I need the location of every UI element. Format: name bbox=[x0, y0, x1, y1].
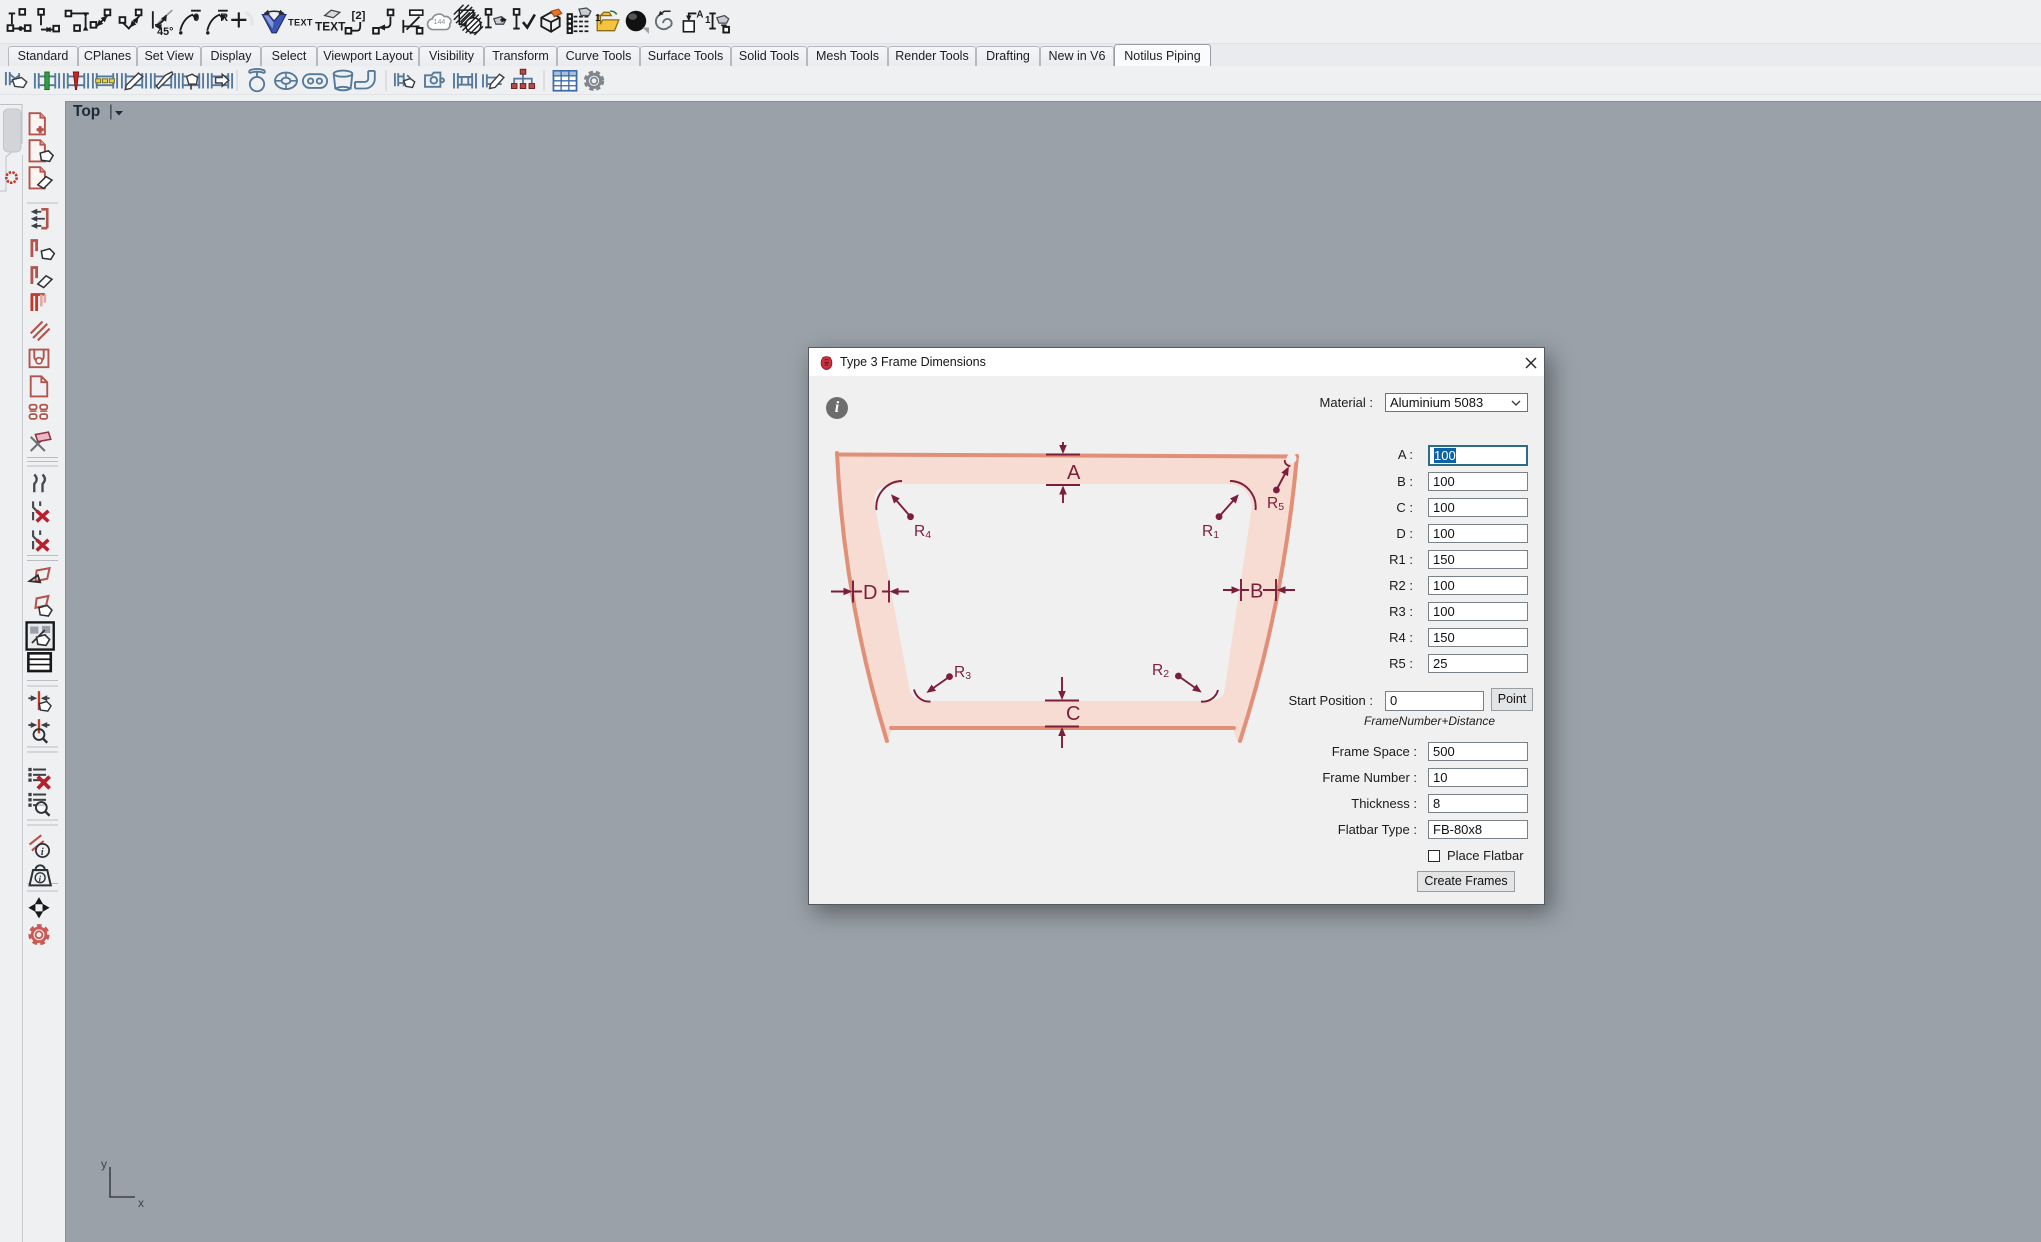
svg-text:1: 1 bbox=[705, 15, 711, 26]
svg-text:45°: 45° bbox=[157, 26, 173, 38]
svg-text:i: i bbox=[41, 847, 44, 858]
svg-text:1: 1 bbox=[595, 13, 601, 24]
svg-text:R4: R4 bbox=[914, 523, 931, 541]
svg-text:y: y bbox=[101, 1157, 107, 1171]
svg-text:R2: R2 bbox=[1152, 662, 1169, 680]
svg-text:R1: R1 bbox=[1202, 523, 1219, 541]
svg-text:TEXT: TEXT bbox=[315, 20, 346, 34]
svg-text:A: A bbox=[1067, 462, 1081, 484]
svg-text:C: C bbox=[1066, 703, 1080, 725]
svg-text:D: D bbox=[863, 582, 877, 604]
svg-text:R3: R3 bbox=[954, 664, 971, 682]
svg-text:R: R bbox=[220, 12, 228, 24]
svg-text:A: A bbox=[696, 10, 703, 21]
svg-text:x: x bbox=[138, 1196, 144, 1210]
svg-text:TEXT: TEXT bbox=[288, 17, 313, 27]
svg-text:0: 0 bbox=[193, 12, 199, 24]
svg-text:[2]: [2] bbox=[352, 10, 366, 22]
svg-text:144: 144 bbox=[434, 19, 446, 26]
